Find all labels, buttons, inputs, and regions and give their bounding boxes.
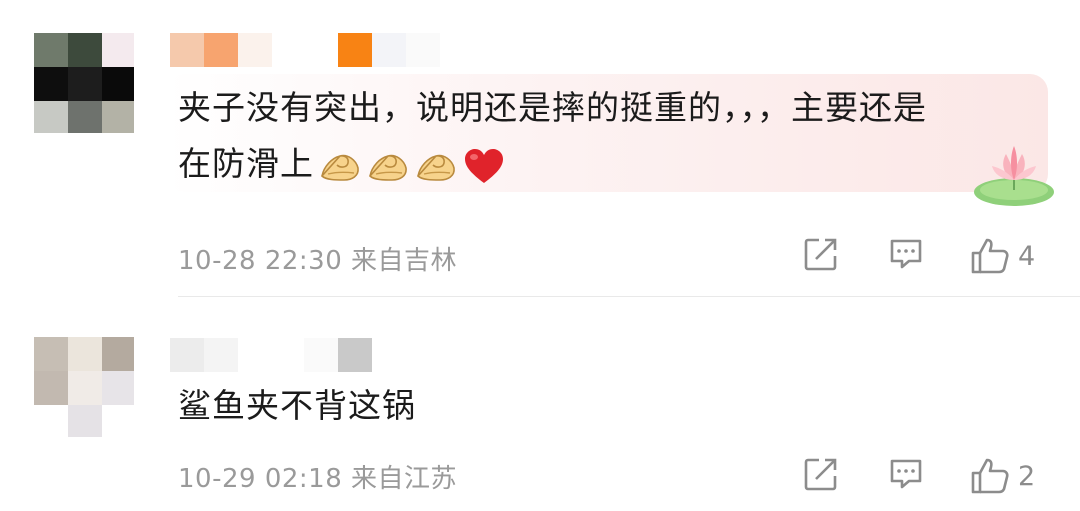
like-button[interactable]: 2 bbox=[970, 456, 1035, 496]
avatar[interactable] bbox=[34, 337, 134, 437]
username-obscured[interactable] bbox=[170, 33, 440, 67]
comment-item: 鲨鱼夹不背这锅 10-29 02:18 来自江苏 2 bbox=[0, 298, 1080, 511]
reply-button[interactable] bbox=[888, 456, 924, 496]
comment-text: 在防滑上 bbox=[178, 144, 314, 183]
reply-button[interactable] bbox=[888, 236, 924, 276]
username-obscured[interactable] bbox=[170, 338, 372, 372]
share-button[interactable] bbox=[803, 456, 839, 496]
comment-text-line: 在防滑上 bbox=[178, 138, 506, 190]
comment-icon bbox=[890, 239, 922, 269]
ok-hand-icon bbox=[320, 154, 359, 181]
avatar[interactable] bbox=[34, 33, 134, 133]
comment-text-line: 夹子没有突出，说明还是摔的挺重的，，，主要还是 bbox=[178, 88, 927, 127]
divider bbox=[178, 296, 1080, 297]
like-count: 2 bbox=[1018, 460, 1036, 492]
ok-hand-icon bbox=[416, 154, 455, 181]
share-button[interactable] bbox=[803, 236, 839, 276]
share-edit-icon bbox=[804, 458, 837, 491]
timestamp-location: 10-28 22:30 来自吉林 bbox=[178, 246, 458, 276]
timestamp-location: 10-29 02:18 来自江苏 bbox=[178, 464, 458, 494]
like-button[interactable]: 4 bbox=[970, 236, 1035, 276]
thumbs-up-icon bbox=[971, 238, 1009, 274]
comment-text: 鲨鱼夹不背这锅 bbox=[178, 386, 416, 425]
share-edit-icon bbox=[804, 238, 837, 271]
like-count: 4 bbox=[1018, 240, 1036, 272]
red-heart-icon bbox=[465, 148, 503, 183]
thumbs-up-icon bbox=[971, 458, 1009, 494]
lotus-sticker-icon bbox=[974, 146, 1054, 206]
comment-icon bbox=[890, 459, 922, 489]
ok-hand-icon bbox=[368, 154, 407, 181]
comment-item: 夹子没有突出，说明还是摔的挺重的，，，主要还是 在防滑上 10-28 22:30… bbox=[0, 0, 1080, 298]
